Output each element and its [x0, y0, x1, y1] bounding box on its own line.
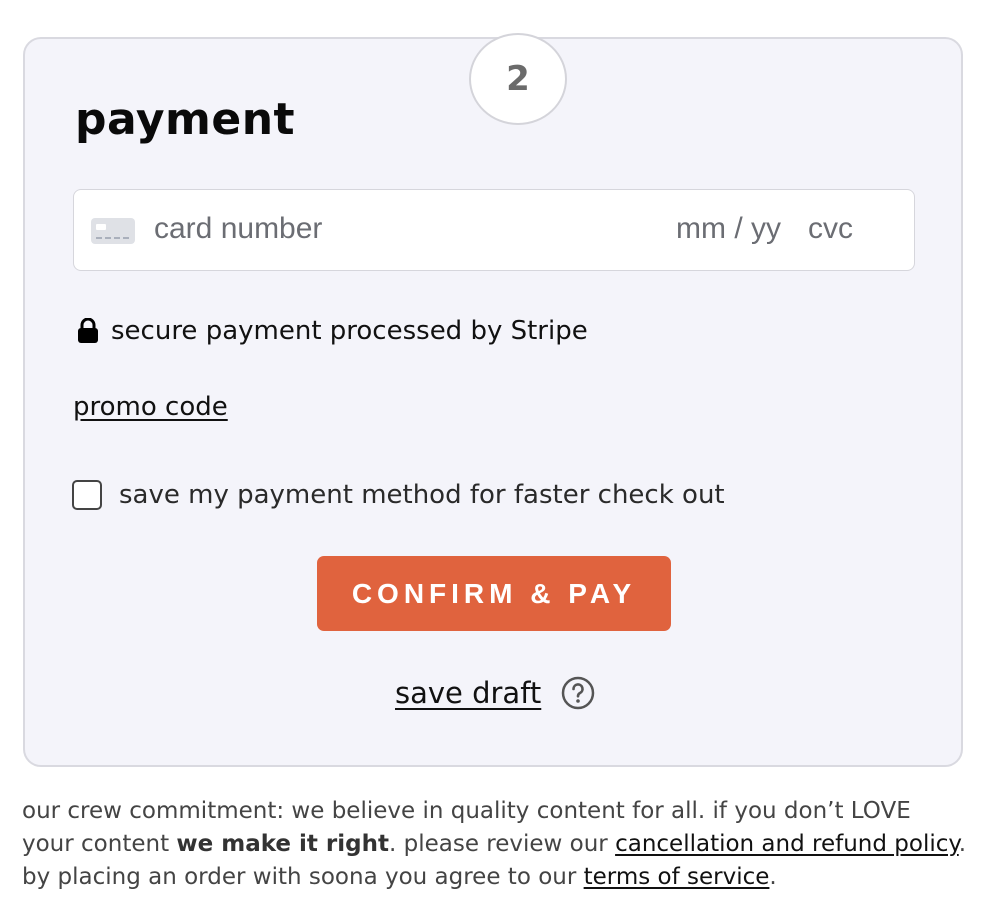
save-draft-row: save draft: [395, 676, 595, 710]
question-circle-icon[interactable]: [561, 676, 595, 710]
confirm-and-pay-button[interactable]: CONFIRM & PAY: [317, 556, 671, 631]
page-title: payment: [75, 94, 296, 145]
save-draft-link[interactable]: save draft: [395, 676, 541, 710]
footer-text-2: . please review our: [388, 831, 616, 857]
step-number-badge: 2: [469, 33, 567, 125]
card-details-input[interactable]: card number mm / yy cvc: [73, 189, 915, 271]
footer-text-4: .: [769, 864, 777, 890]
save-payment-method-checkbox[interactable]: [72, 480, 102, 510]
save-payment-method-label[interactable]: save my payment method for faster check …: [119, 480, 725, 510]
terms-of-service-link[interactable]: terms of service: [584, 864, 770, 890]
card-number-field[interactable]: card number: [154, 212, 322, 246]
lock-icon: [78, 318, 98, 343]
expiry-field[interactable]: mm / yy: [676, 212, 781, 246]
payment-card: 2 payment card number mm / yy cvc secure…: [23, 33, 963, 767]
cvc-field[interactable]: cvc: [808, 212, 853, 246]
secure-payment-text: secure payment processed by Stripe: [111, 316, 588, 346]
secure-payment-note: secure payment processed by Stripe: [77, 316, 588, 346]
save-payment-method-row[interactable]: save my payment method for faster check …: [72, 480, 725, 510]
crew-commitment-footer: our crew commitment: we believe in quali…: [22, 795, 967, 894]
refund-policy-link[interactable]: cancellation and refund policy: [615, 831, 959, 857]
promo-code-link[interactable]: promo code: [73, 392, 228, 422]
footer-bold-text: we make it right: [176, 831, 389, 857]
credit-card-icon: [91, 218, 135, 244]
